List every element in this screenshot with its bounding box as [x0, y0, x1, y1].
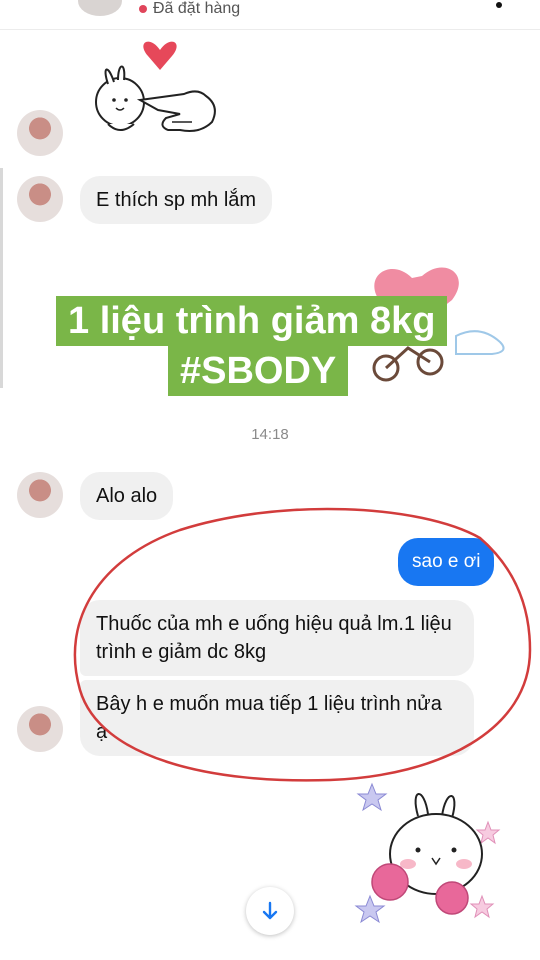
contact-avatar[interactable]: [17, 176, 63, 222]
message-timestamp: 14:18: [251, 426, 289, 443]
bunny-poke-heart-icon: [95, 41, 216, 132]
left-edge-bar: [0, 168, 3, 388]
promo-banner-line-2: #SBODY: [168, 346, 349, 396]
bunny-poke-heart-sticker[interactable]: [88, 30, 238, 150]
incoming-message-bubble[interactable]: E thích sp mh lắm: [80, 176, 273, 224]
bunny-pompom-sticker[interactable]: [348, 778, 508, 928]
contact-avatar[interactable]: [17, 706, 63, 752]
scroll-to-bottom-button[interactable]: [246, 887, 294, 935]
contact-avatar[interactable]: [17, 472, 63, 518]
contact-avatar[interactable]: [78, 0, 122, 16]
contact-avatar[interactable]: [17, 110, 63, 156]
arrow-down-icon: [262, 901, 278, 920]
order-status-text: Đã đặt hàng: [153, 0, 241, 17]
promo-banner-line-1: 1 liệu trình giảm 8kg: [56, 296, 448, 346]
more-options-icon[interactable]: [496, 2, 502, 8]
status-dot-icon: [139, 5, 147, 13]
bunny-pompom-icon: [354, 782, 501, 924]
annotation-circle: [73, 507, 532, 782]
chat-header: Đã đặt hàng: [0, 0, 540, 30]
